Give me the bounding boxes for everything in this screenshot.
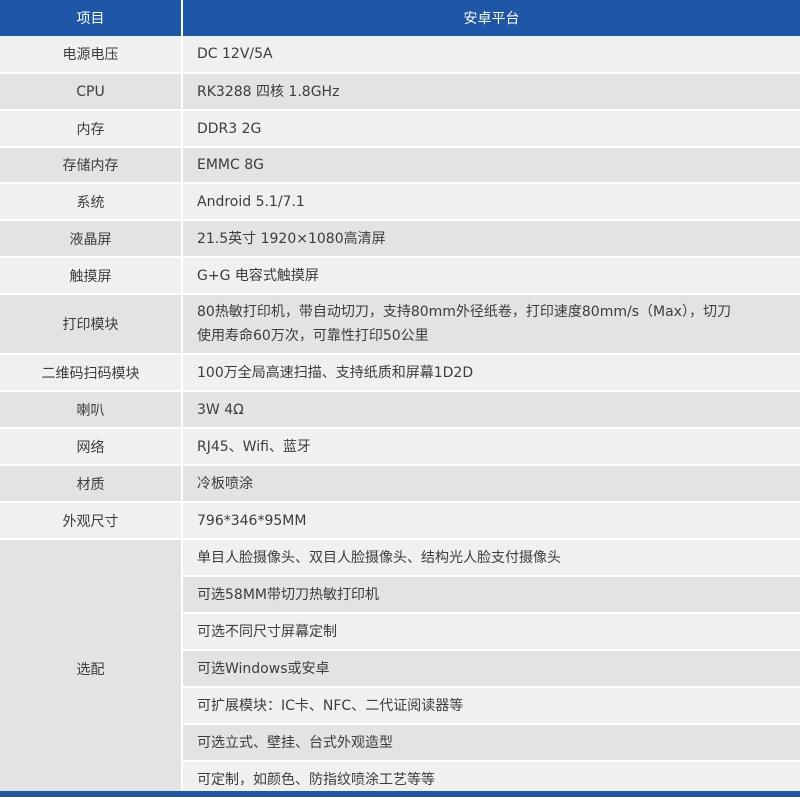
table-row: 存储内存 EMMC 8G: [0, 147, 800, 184]
row-value: 21.5英寸 1920×1080高清屏: [182, 220, 800, 258]
table-row: 网络 RJ45、Wifi、蓝牙: [0, 428, 800, 466]
row-value: RK3288 四核 1.8GHz: [182, 73, 800, 111]
row-value: RJ45、Wifi、蓝牙: [182, 428, 800, 466]
table-row: 二维码扫码模块 100万全局高速扫描、支持纸质和屏幕1D2D: [0, 354, 800, 392]
row-label: 网络: [0, 428, 183, 466]
table-row: 液晶屏 21.5英寸 1920×1080高清屏: [0, 220, 800, 258]
row-label: 系统: [0, 183, 183, 221]
table-row: 喇叭 3W 4Ω: [0, 391, 800, 429]
row-value: DC 12V/5A: [182, 36, 800, 74]
row-value: EMMC 8G: [182, 147, 800, 184]
table-row: 内存 DDR3 2G: [0, 110, 800, 148]
row-value: 796*346*95MM: [182, 502, 800, 540]
row-label: 喇叭: [0, 391, 183, 429]
options-row: 选配 单目人脸摄像头、双目人脸摄像头、结构光人脸支付摄像头: [0, 539, 800, 799]
row-value: 100万全局高速扫描、支持纸质和屏幕1D2D: [182, 354, 800, 392]
option-item: 可选Windows或安卓: [182, 650, 800, 688]
row-label: 外观尺寸: [0, 502, 183, 540]
header-android-platform: 安卓平台: [182, 0, 800, 36]
row-label: 存储内存: [0, 147, 183, 184]
options-label: 选配: [0, 539, 183, 799]
row-label: 材质: [0, 465, 183, 503]
option-item: 单目人脸摄像头、双目人脸摄像头、结构光人脸支付摄像头: [182, 539, 800, 577]
row-value: G+G 电容式触摸屏: [182, 257, 800, 295]
row-value-line: 80热敏打印机，带自动切刀，支持80mm外径纸卷，打印速度80mm/s（Max）…: [197, 304, 731, 320]
spec-table: 项目 安卓平台 电源电压 DC 12V/5A CPU RK3288 四核 1.8…: [0, 0, 800, 799]
row-value: 3W 4Ω: [182, 391, 800, 429]
option-item: 可选立式、壁挂、台式外观造型: [182, 724, 800, 762]
table-row: 打印模块 80热敏打印机，带自动切刀，支持80mm外径纸卷，打印速度80mm/s…: [0, 294, 800, 355]
row-value: 80热敏打印机，带自动切刀，支持80mm外径纸卷，打印速度80mm/s（Max）…: [182, 294, 800, 355]
row-label: 内存: [0, 110, 183, 148]
row-value-line: 使用寿命60万次，可靠性打印50公里: [197, 328, 429, 344]
option-item: 可选不同尺寸屏幕定制: [182, 613, 800, 651]
table-row: 电源电压 DC 12V/5A: [0, 36, 800, 74]
option-item: 可选58MM带切刀热敏打印机: [182, 576, 800, 614]
row-value: 冷板喷涂: [182, 465, 800, 503]
bottom-accent-bar: [0, 791, 800, 797]
row-label: CPU: [0, 73, 183, 111]
option-item: 可扩展模块：IC卡、NFC、二代证阅读器等: [182, 687, 800, 725]
table-row: CPU RK3288 四核 1.8GHz: [0, 73, 800, 111]
table-row: 系统 Android 5.1/7.1: [0, 183, 800, 221]
row-label: 液晶屏: [0, 220, 183, 258]
row-label: 打印模块: [0, 294, 183, 355]
table-row: 材质 冷板喷涂: [0, 465, 800, 503]
header-item: 项目: [0, 0, 183, 36]
row-label: 二维码扫码模块: [0, 354, 183, 392]
row-value: DDR3 2G: [182, 110, 800, 148]
row-value: Android 5.1/7.1: [182, 183, 800, 221]
row-label: 电源电压: [0, 36, 183, 74]
row-label: 触摸屏: [0, 257, 183, 295]
table-row: 触摸屏 G+G 电容式触摸屏: [0, 257, 800, 295]
table-row: 外观尺寸 796*346*95MM: [0, 502, 800, 540]
table-header-row: 项目 安卓平台: [0, 0, 800, 36]
